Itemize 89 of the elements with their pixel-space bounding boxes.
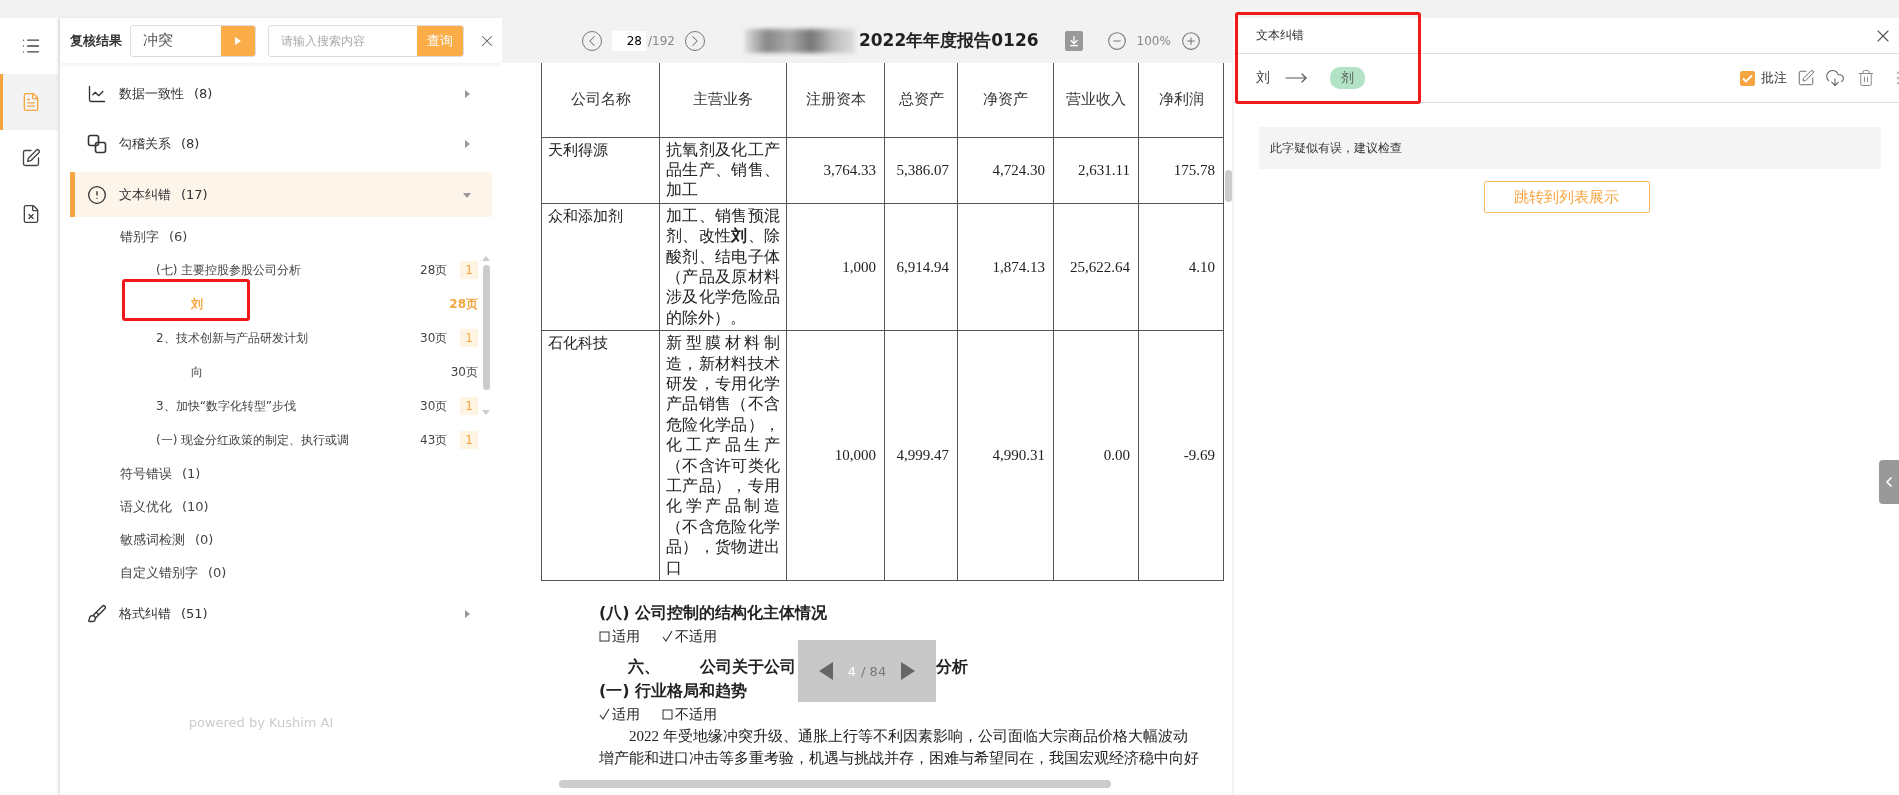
comment-text: 此字疑似有误，建议检查 bbox=[1259, 127, 1881, 169]
table-cell: 天利得源 bbox=[541, 137, 660, 204]
table-cell: 25,622.64 bbox=[1053, 203, 1139, 331]
column-header: 主营业务 bbox=[659, 63, 787, 137]
paragraph-line: 增产能和进口冲击等多重考验，机遇与挑战并存，困难与希望同在，我国宏观经济稳中向好 bbox=[599, 749, 1200, 769]
original-character: 刘 bbox=[1256, 69, 1270, 87]
linked-squares-icon bbox=[87, 134, 107, 154]
zoom-out-icon[interactable] bbox=[1106, 30, 1127, 51]
table-cell: 石化科技 bbox=[541, 330, 660, 581]
zoom-level: 100% bbox=[1136, 33, 1171, 48]
zoom-in-icon[interactable] bbox=[1180, 30, 1201, 51]
table-cell: 6,914.94 bbox=[884, 203, 958, 331]
annotate-label: 批注 bbox=[1761, 69, 1787, 87]
table-cell: 10,000 bbox=[786, 330, 885, 581]
chapter-title: 公司关于公司 bbox=[700, 656, 796, 679]
line-chart-icon bbox=[87, 84, 107, 104]
scroll-down-icon[interactable] bbox=[481, 410, 491, 416]
option-label: 适用 bbox=[612, 627, 640, 647]
table-cell: 2,631.11 bbox=[1053, 137, 1139, 204]
page-count: / 84 bbox=[861, 663, 887, 679]
filter-select[interactable]: 冲突 bbox=[130, 24, 256, 57]
page-total: /192 bbox=[648, 33, 675, 48]
table-cell: 0.00 bbox=[1053, 330, 1139, 581]
section-item[interactable]: 2、技术创新与产品研发计划 30页 1 bbox=[70, 321, 480, 355]
column-header: 净利润 bbox=[1138, 63, 1224, 137]
table-cell: 1,874.13 bbox=[957, 203, 1054, 331]
category-item[interactable]: 勾稽关系 (8) bbox=[70, 119, 492, 169]
brush-icon bbox=[87, 604, 107, 624]
table-cell: 众和添加剂 bbox=[541, 203, 660, 331]
count-badge: 1 bbox=[460, 329, 478, 347]
error-item[interactable]: 向 30页 bbox=[70, 355, 480, 389]
category-item[interactable]: 格式纠错 (51) bbox=[70, 589, 492, 639]
alert-icon bbox=[87, 184, 107, 205]
column-header: 营业收入 bbox=[1053, 63, 1139, 137]
section-heading: (八) 公司控制的结构化主体情况 bbox=[599, 602, 829, 625]
previous-arrow-icon[interactable] bbox=[817, 661, 834, 681]
edit-icon[interactable] bbox=[1797, 69, 1815, 87]
subcategory-item[interactable]: 自定义错别字 (0) bbox=[70, 556, 492, 589]
table-cell: 4,990.31 bbox=[957, 330, 1054, 581]
panel-title: 复核结果 bbox=[70, 31, 122, 50]
section-item[interactable]: (七) 主要控股参股公司分析 28页 1 bbox=[70, 253, 480, 287]
section-heading: (一) 行业格局和趋势 bbox=[599, 680, 749, 703]
table-cell: 5,386.07 bbox=[884, 137, 958, 204]
table-cell: 抗氧剂及化工产品生产、销售、加工 bbox=[659, 137, 787, 204]
column-header: 注册资本 bbox=[786, 63, 885, 137]
section-item[interactable]: (一) 现金分红政策的制定、执行或调 43页 1 bbox=[70, 423, 480, 457]
section-item[interactable]: 3、加快“数字化转型”步伐 30页 1 bbox=[70, 389, 480, 423]
subcategory-item[interactable]: 语义优化 (10) bbox=[70, 490, 492, 523]
column-header: 净资产 bbox=[957, 63, 1054, 137]
table-cell: 4,724.30 bbox=[957, 137, 1054, 204]
option-label: 适用 bbox=[612, 705, 640, 725]
paragraph-line: 2022 年受地缘冲突升级、通胀上行等不利因素影响，公司面临大宗商品价格大幅波动 bbox=[629, 727, 1189, 747]
table-cell: 175.78 bbox=[1138, 137, 1224, 204]
subcategory-item[interactable]: 错别字 (6) bbox=[70, 220, 492, 253]
category-item[interactable]: 数据一致性 (8) bbox=[70, 69, 492, 119]
table-cell: 新型膜材料制造，新材料技术研发，专用化学产品销售（不含危险化学品），化工产品生产（不含许可类化工产品），专用化学产品制造（不含危险化学品），货物进出口 bbox=[659, 330, 787, 581]
table-cell: 3,764.33 bbox=[786, 137, 885, 204]
play-icon bbox=[234, 35, 242, 46]
scroll-up-icon[interactable] bbox=[481, 255, 491, 261]
table-cell: 1,000 bbox=[786, 203, 885, 331]
horizontal-scrollbar[interactable] bbox=[559, 780, 1111, 788]
category-item[interactable]: 文本纠错 (17) bbox=[70, 172, 492, 217]
next-arrow-icon[interactable] bbox=[900, 661, 917, 681]
annotate-checkbox[interactable] bbox=[1740, 70, 1755, 86]
edit-icon bbox=[20, 148, 41, 168]
detail-title: 文本纠错 bbox=[1256, 27, 1305, 44]
subcategory-item[interactable]: 符号错误 (1) bbox=[70, 457, 492, 490]
delete-icon[interactable] bbox=[1857, 69, 1875, 87]
subcategory-item[interactable]: 敏感词检测 (0) bbox=[70, 523, 492, 556]
scrollbar-thumb[interactable] bbox=[1225, 170, 1232, 202]
count-badge: 1 bbox=[460, 431, 478, 449]
count-badge: 1 bbox=[460, 397, 478, 415]
table-cell: 加工、销售预混剂、改性刘、除酸剂、结电子体（产品及原材料涉及化学危险品的除外）。 bbox=[659, 203, 787, 331]
page-input[interactable]: 28 bbox=[612, 30, 646, 51]
document-title: 2022年年度报告0126 bbox=[858, 29, 1039, 52]
option-label: 不适用 bbox=[675, 705, 717, 725]
cloud-download-icon[interactable] bbox=[1825, 68, 1845, 88]
table-cell: 4,999.47 bbox=[884, 330, 958, 581]
download-icon[interactable] bbox=[1064, 30, 1083, 51]
chapter-title: 分析 bbox=[936, 656, 968, 679]
table-cell: -9.69 bbox=[1138, 330, 1224, 581]
collapse-tab[interactable] bbox=[1879, 460, 1899, 504]
column-header: 公司名称 bbox=[541, 63, 660, 137]
count-badge: 1 bbox=[460, 261, 478, 279]
column-header: 总资产 bbox=[884, 63, 958, 137]
chapter-number: 六、 bbox=[628, 656, 660, 679]
suggestion-tag: 剂 bbox=[1330, 67, 1365, 89]
table-cell: 4.10 bbox=[1138, 203, 1224, 331]
option-label: 不适用 bbox=[675, 627, 717, 647]
